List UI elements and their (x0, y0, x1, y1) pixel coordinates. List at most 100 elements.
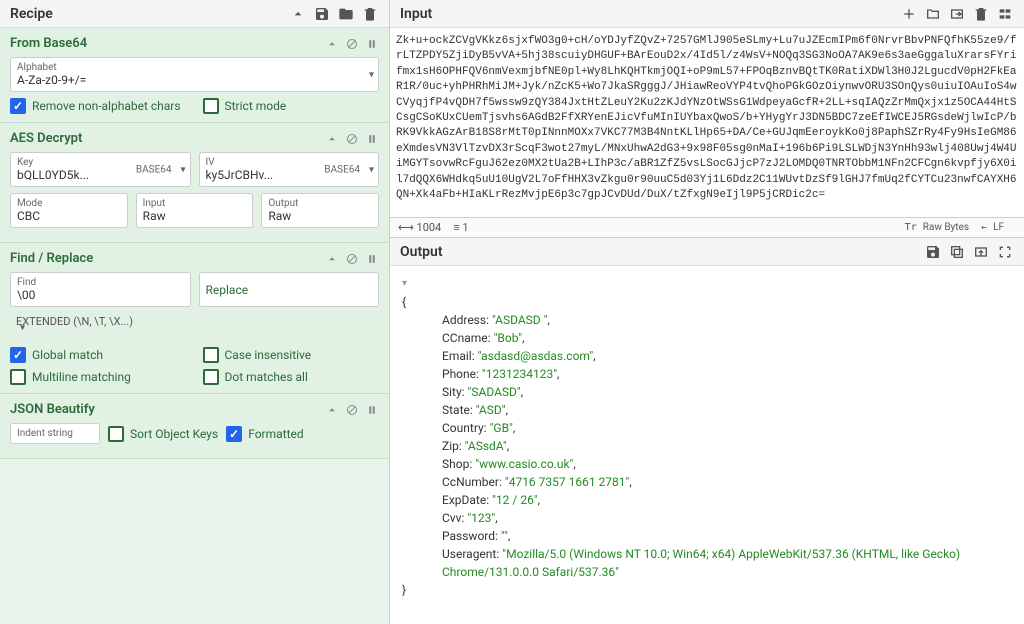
find-type-select[interactable]: EXTENDED (\N, \T, \X...) ▾ (10, 313, 379, 341)
chevron-down-icon[interactable]: ▾ (369, 69, 374, 80)
strict-mode-label: Strict mode (225, 99, 287, 113)
checkbox-unchecked-icon (203, 369, 219, 385)
op-from-base64: From Base64 Alphabet A-Za-z0-9+/= ▾ Remo… (0, 28, 389, 123)
copy-icon[interactable] (948, 243, 966, 261)
case-insensitive-label: Case insensitive (225, 348, 312, 362)
op-json-beautify: JSON Beautify Indent string Sort Object … (0, 394, 389, 459)
find-label: Find (17, 277, 184, 288)
aes-input-label: Input (143, 198, 247, 209)
case-insensitive-check[interactable]: Case insensitive (203, 347, 380, 363)
aes-mode-label: Mode (17, 198, 121, 209)
recipe-header: Recipe (0, 0, 389, 28)
disable-icon[interactable] (345, 37, 359, 51)
chevron-up-icon[interactable] (325, 132, 339, 146)
add-icon[interactable] (900, 5, 918, 23)
output-title: Output (400, 244, 918, 260)
open-folder-icon[interactable] (924, 5, 942, 23)
alphabet-field[interactable]: Alphabet A-Za-z0-9+/= ▾ (10, 57, 379, 92)
aes-mode-value: CBC (17, 209, 121, 223)
op-title-base64: From Base64 (10, 36, 319, 51)
op-head-base64: From Base64 (10, 36, 379, 51)
aes-key-type: BASE64 (136, 164, 172, 175)
char-enc-indicator[interactable]: Tr Raw Bytes (905, 222, 969, 233)
aes-input-field[interactable]: Input Raw (136, 193, 254, 228)
aes-iv-type: BASE64 (324, 164, 360, 175)
fullscreen-icon[interactable] (996, 243, 1014, 261)
global-match-label: Global match (32, 348, 103, 362)
pause-icon[interactable] (365, 252, 379, 266)
op-head-find: Find / Replace (10, 251, 379, 266)
dot-all-check[interactable]: Dot matches all (203, 369, 380, 385)
op-title-json: JSON Beautify (10, 402, 319, 417)
aes-mode-field[interactable]: Mode CBC (10, 193, 128, 228)
op-title-aes: AES Decrypt (10, 131, 319, 146)
pause-icon[interactable] (365, 132, 379, 146)
op-title-find: Find / Replace (10, 251, 319, 266)
aes-output-value: Raw (268, 209, 372, 223)
grid-icon[interactable] (996, 5, 1014, 23)
op-head-json: JSON Beautify (10, 402, 379, 417)
aes-input-value: Raw (143, 209, 247, 223)
output-content[interactable]: ▾ {Address: "ASDASD ",CCname: "Bob",Emai… (390, 266, 1024, 624)
recipe-content: From Base64 Alphabet A-Za-z0-9+/= ▾ Remo… (0, 28, 389, 624)
strict-mode-check[interactable]: Strict mode (203, 98, 380, 114)
chevron-up-icon[interactable] (289, 5, 307, 23)
output-header: Output (390, 238, 1024, 266)
global-match-check[interactable]: Global match (10, 347, 187, 363)
eol-indicator[interactable]: ← LF (981, 222, 1004, 233)
input-title: Input (400, 6, 894, 22)
chevron-up-icon[interactable] (325, 252, 339, 266)
sort-keys-label: Sort Object Keys (130, 427, 218, 441)
length-stat: ⟷ 1004 (398, 221, 441, 234)
input-textarea[interactable]: Zk+u+ockZCVgVKkz6sjxfWO3g0+cH/oYDJyfZQvZ… (390, 28, 1024, 218)
recipe-title: Recipe (10, 6, 283, 22)
trash-icon[interactable] (361, 5, 379, 23)
chevron-down-icon[interactable]: ▾ (20, 323, 373, 334)
aes-iv-field[interactable]: IV ky5JrCBHv... BASE64 ▾ (199, 152, 380, 187)
save-icon[interactable] (313, 5, 331, 23)
aes-key-field[interactable]: Key bQLL0YD5k... BASE64 ▾ (10, 152, 191, 187)
input-status-bar: ⟷ 1004 ≡ 1 Tr Raw Bytes ← LF (390, 218, 1024, 238)
checkbox-unchecked-icon (203, 347, 219, 363)
pause-icon[interactable] (365, 37, 379, 51)
remove-nonalpha-check[interactable]: Remove non-alphabet chars (10, 98, 187, 114)
checkbox-unchecked-icon (10, 369, 26, 385)
lines-stat: ≡ 1 (453, 221, 468, 234)
move-to-input-icon[interactable] (972, 243, 990, 261)
dot-all-label: Dot matches all (225, 370, 308, 384)
lines-value: 1 (462, 221, 468, 234)
trash-icon[interactable] (972, 5, 990, 23)
aes-output-field[interactable]: Output Raw (261, 193, 379, 228)
disable-icon[interactable] (345, 403, 359, 417)
checkbox-checked-icon (226, 426, 242, 442)
right-panel: Input Zk+u+ockZCVgVKkz6sjxfWO3g0+cH/oYDJ… (390, 0, 1024, 624)
replace-field[interactable]: Replace (199, 272, 380, 307)
length-icon: ⟷ (398, 221, 414, 234)
formatted-check[interactable]: Formatted (226, 426, 303, 442)
multiline-label: Multiline matching (32, 370, 131, 384)
checkbox-unchecked-icon (203, 98, 219, 114)
pause-icon[interactable] (365, 403, 379, 417)
chevron-up-icon[interactable] (325, 37, 339, 51)
disable-icon[interactable] (345, 132, 359, 146)
aes-output-label: Output (268, 198, 372, 209)
input-header: Input (390, 0, 1024, 28)
formatted-label: Formatted (248, 427, 303, 441)
checkbox-checked-icon (10, 347, 26, 363)
op-head-aes: AES Decrypt (10, 131, 379, 146)
sort-keys-check[interactable]: Sort Object Keys (108, 426, 218, 442)
input-box-icon[interactable] (948, 5, 966, 23)
folder-icon[interactable] (337, 5, 355, 23)
lines-icon: ≡ (453, 221, 459, 234)
alphabet-label: Alphabet (17, 62, 372, 73)
multiline-check[interactable]: Multiline matching (10, 369, 187, 385)
indent-string-field[interactable]: Indent string (10, 423, 100, 444)
collapse-toggle-icon[interactable]: ▾ (402, 276, 407, 291)
disable-icon[interactable] (345, 252, 359, 266)
chevron-down-icon[interactable]: ▾ (180, 164, 185, 175)
chevron-up-icon[interactable] (325, 403, 339, 417)
save-output-icon[interactable] (924, 243, 942, 261)
op-aes-decrypt: AES Decrypt Key bQLL0YD5k... BASE64 ▾ IV… (0, 123, 389, 243)
find-field[interactable]: Find \00 (10, 272, 191, 307)
chevron-down-icon[interactable]: ▾ (369, 164, 374, 175)
